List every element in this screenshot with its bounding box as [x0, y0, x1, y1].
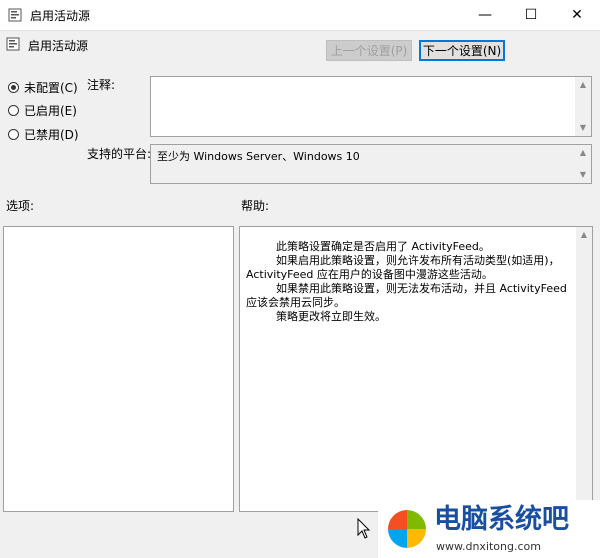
help-paragraph: 此策略设置确定是否启用了 ActivityFeed。: [276, 240, 490, 253]
maximize-button[interactable]: ☐: [508, 0, 554, 30]
radio-label: 已启用(E): [24, 103, 77, 118]
help-scrollbar[interactable]: ▲: [576, 227, 592, 511]
policy-icon: [6, 37, 20, 51]
scroll-up-icon[interactable]: ▲: [575, 145, 591, 161]
radio-indicator: [8, 128, 19, 140]
previous-setting-button[interactable]: 上一个设置(P): [326, 40, 412, 61]
radio-label: 已禁用(D): [24, 127, 79, 142]
close-button[interactable]: ✕: [554, 0, 600, 30]
help-label: 帮助:: [241, 199, 270, 213]
next-setting-button[interactable]: 下一个设置(N): [419, 40, 505, 61]
policy-name: 启用活动源: [28, 39, 89, 53]
watermark-url: www.dnxitong.com: [436, 540, 541, 553]
radio-enabled[interactable]: 已启用(E): [8, 102, 77, 118]
radio-not-configured[interactable]: 未配置(C): [8, 79, 78, 95]
platform-field: 至少为 Windows Server、Windows 10 ▲ ▼: [150, 144, 592, 184]
options-pane: [3, 226, 234, 512]
help-paragraph: 策略更改将立即生效。: [276, 310, 386, 323]
watermark-name: 电脑系统吧: [434, 504, 569, 535]
window-title: 启用活动源: [30, 9, 91, 23]
minimize-icon: —: [478, 7, 492, 23]
radio-indicator: [8, 104, 19, 116]
radio-label: 未配置(C): [24, 80, 78, 95]
platform-scrollbar[interactable]: ▲ ▼: [575, 145, 591, 183]
windows-logo-icon: [388, 510, 426, 548]
comment-label: 注释:: [87, 78, 116, 92]
platform-value: 至少为 Windows Server、Windows 10: [157, 150, 360, 163]
comment-textarea[interactable]: ▲ ▼: [150, 76, 592, 137]
scroll-up-icon[interactable]: ▲: [576, 227, 592, 243]
title-bar: 启用活动源 — ☐ ✕: [0, 0, 600, 31]
help-text: 此策略设置确定是否启用了 ActivityFeed。 如果启用此策略设置，则允许…: [246, 240, 576, 324]
radio-indicator: [8, 81, 19, 93]
watermark: 电脑系统吧 www.dnxitong.com: [378, 500, 600, 558]
close-icon: ✕: [571, 7, 583, 23]
mouse-cursor-icon: [357, 518, 371, 539]
help-pane: 此策略设置确定是否启用了 ActivityFeed。 如果启用此策略设置，则允许…: [239, 226, 593, 512]
help-paragraph: 如果启用此策略设置，则允许发布所有活动类型(如适用)，ActivityFeed …: [246, 254, 560, 281]
platform-label: 支持的平台:: [87, 147, 152, 161]
scroll-down-icon[interactable]: ▼: [575, 167, 591, 183]
radio-disabled[interactable]: 已禁用(D): [8, 126, 79, 142]
comment-scrollbar[interactable]: ▲ ▼: [575, 77, 591, 136]
maximize-icon: ☐: [524, 7, 538, 23]
help-paragraph: 如果禁用此策略设置，则无法发布活动，并且 ActivityFeed 应该会禁用云…: [246, 282, 567, 309]
policy-icon: [8, 8, 22, 22]
minimize-button[interactable]: —: [462, 0, 508, 30]
scroll-up-icon[interactable]: ▲: [575, 77, 591, 93]
scroll-down-icon[interactable]: ▼: [575, 120, 591, 136]
options-label: 选项:: [6, 199, 35, 213]
